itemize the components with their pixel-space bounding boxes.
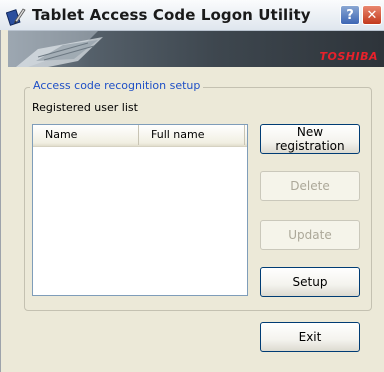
header-banner: TOSHIBA <box>8 31 384 67</box>
new-registration-button[interactable]: New registration <box>260 124 360 154</box>
update-button[interactable]: Update <box>260 220 360 250</box>
groupbox-title: Access code recognition setup <box>30 79 204 92</box>
user-list-label: Registered user list <box>32 101 138 114</box>
column-header-name[interactable]: Name <box>33 125 139 145</box>
setup-button[interactable]: Setup <box>260 267 360 297</box>
help-button[interactable]: ? <box>340 5 360 25</box>
registered-user-list[interactable]: Name Full name <box>32 124 248 296</box>
brand-logo: TOSHIBA <box>319 50 378 63</box>
column-header-full-name[interactable]: Full name <box>139 125 245 145</box>
close-icon: ✕ <box>366 7 378 23</box>
list-header: Name Full name <box>33 125 247 147</box>
window-border <box>0 30 8 372</box>
help-icon: ? <box>346 7 354 23</box>
exit-button[interactable]: Exit <box>260 322 360 352</box>
window-title: Tablet Access Code Logon Utility <box>32 6 311 24</box>
close-button[interactable]: ✕ <box>362 5 382 25</box>
delete-button[interactable]: Delete <box>260 171 360 201</box>
app-window: Tablet Access Code Logon Utility ? ✕ TOS… <box>0 0 384 372</box>
tablet-pen-icon <box>5 6 26 26</box>
title-bar[interactable]: Tablet Access Code Logon Utility ? ✕ <box>0 0 384 31</box>
